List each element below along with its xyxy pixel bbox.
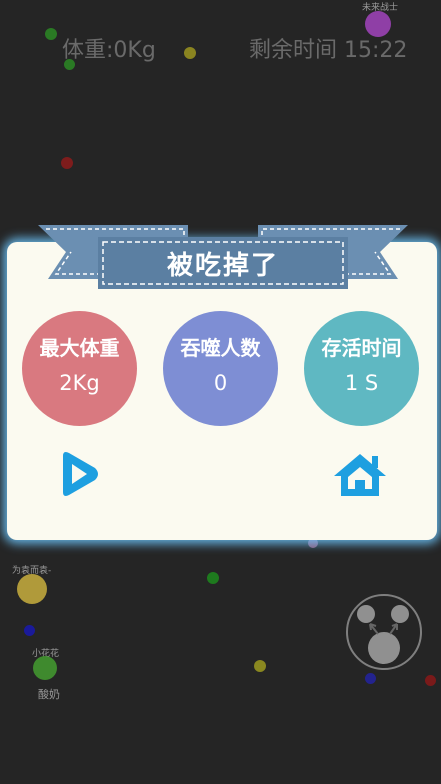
food-dot [207, 572, 219, 584]
food-dot [425, 675, 436, 686]
player-blob [33, 656, 57, 680]
split-button[interactable] [344, 592, 424, 672]
stat-label: 存活时间 [321, 336, 402, 360]
food-dot [24, 625, 35, 636]
player-blob [17, 574, 47, 604]
dialog-title: 被吃掉了 [166, 250, 279, 281]
stat-label: 吞噬人数 [180, 336, 261, 360]
stat-value: 1 S [344, 371, 379, 395]
food-dot [45, 28, 57, 40]
stat-label: 最大体重 [39, 336, 120, 360]
stat-value: 0 [213, 371, 228, 395]
player-blob [365, 11, 391, 37]
stat-max-weight: 最大体重 2Kg [22, 311, 137, 426]
food-dot [184, 47, 196, 59]
replay-button[interactable] [55, 448, 103, 500]
food-dot [365, 673, 376, 684]
home-button[interactable] [331, 450, 389, 500]
home-icon [334, 454, 386, 496]
stat-value: 2Kg [59, 371, 100, 395]
play-icon [63, 452, 98, 496]
stat-players-eaten: 吞噬人数 0 [163, 311, 278, 426]
weight-readout: 体重:0Kg [62, 38, 156, 63]
hint-text: 酸奶 [38, 688, 60, 701]
food-dot [61, 157, 73, 169]
time-remaining: 剩余时间 15:22 [249, 38, 408, 63]
food-dot [254, 660, 266, 672]
stat-survival-time: 存活时间 1 S [304, 311, 419, 426]
split-icon [346, 594, 422, 670]
